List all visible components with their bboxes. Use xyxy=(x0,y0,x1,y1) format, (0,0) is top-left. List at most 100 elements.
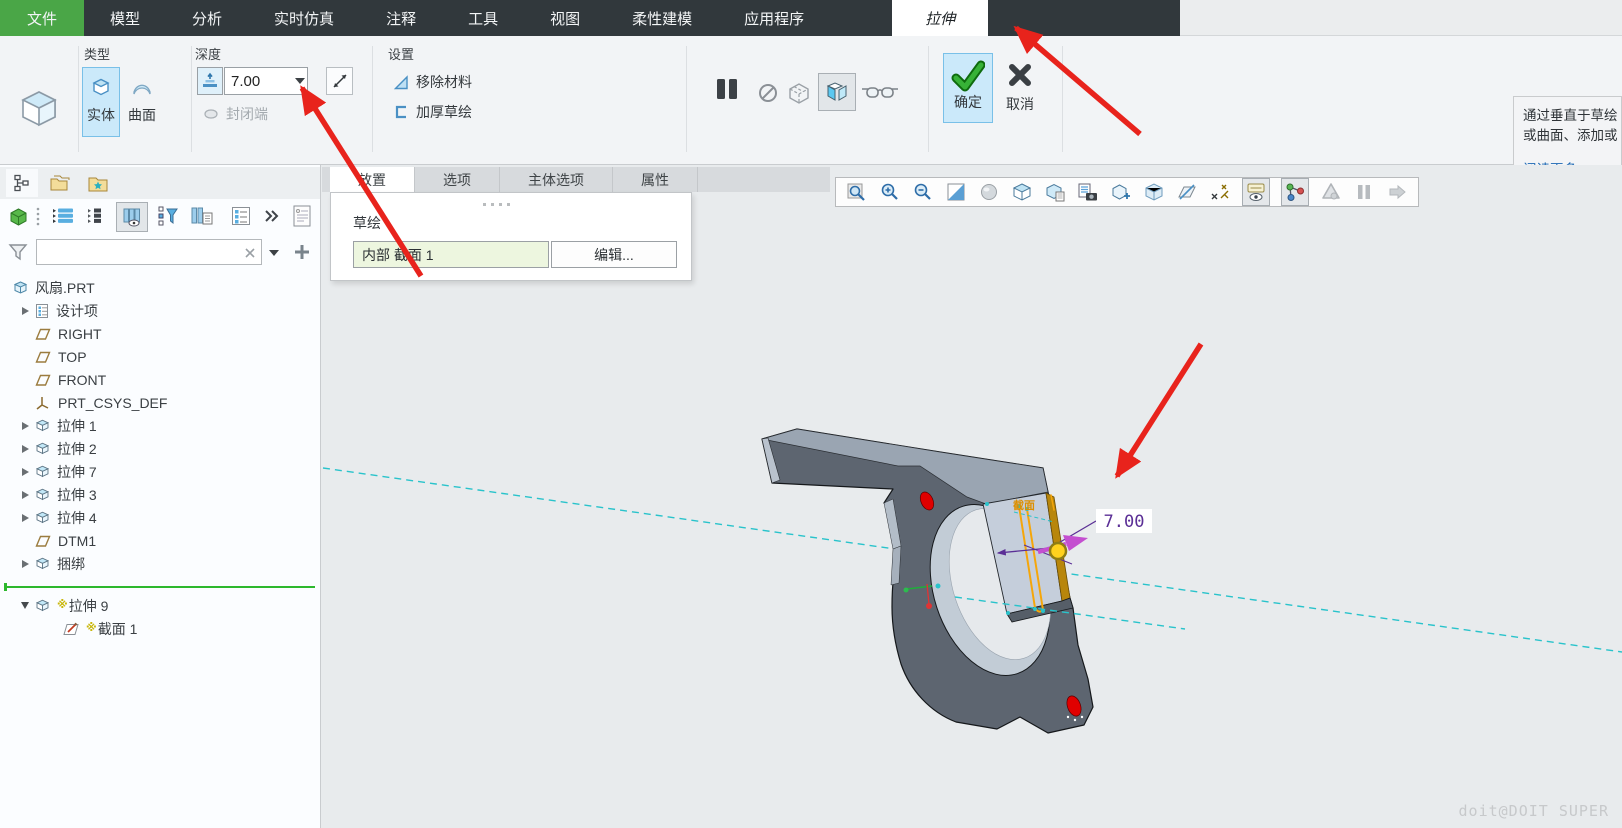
refit-button[interactable] xyxy=(945,181,967,203)
no-preview-button[interactable] xyxy=(757,82,779,104)
menu-live-simulation[interactable]: 实时仿真 xyxy=(248,0,360,36)
axis-display-button[interactable] xyxy=(1209,181,1231,203)
insertion-locator-line[interactable] xyxy=(4,583,315,591)
expand-arrow-icon[interactable] xyxy=(16,421,34,430)
solid-type-button[interactable]: 实体 xyxy=(82,67,120,137)
tree-list-button[interactable] xyxy=(50,204,76,228)
tree-row-right-plane[interactable]: RIGHT xyxy=(0,322,102,345)
annotation-display-button[interactable] xyxy=(1242,178,1270,206)
tab-extrude-active[interactable]: 拉伸 xyxy=(892,0,989,36)
extrude-feature-icon xyxy=(14,80,64,134)
tab-options[interactable]: 选项 xyxy=(415,167,500,192)
expand-arrow-icon[interactable] xyxy=(16,513,34,522)
depth-option-button[interactable] xyxy=(197,67,223,95)
surface-type-button[interactable]: 曲面 xyxy=(122,68,162,136)
tab-properties[interactable]: 属性 xyxy=(613,167,698,192)
shaded-preview-icon xyxy=(826,82,847,101)
menu-analysis[interactable]: 分析 xyxy=(166,0,248,36)
tree-row-bundle[interactable]: 捆绑 xyxy=(0,552,85,575)
zoom-out-button[interactable] xyxy=(912,181,934,203)
collapse-toolbar-button[interactable] xyxy=(1386,181,1408,203)
sketch-collector-field[interactable]: 内部 截面 1 xyxy=(353,241,549,268)
expand-arrow-icon[interactable] xyxy=(16,306,34,315)
menu-view[interactable]: 视图 xyxy=(524,0,606,36)
add-filter-button[interactable] xyxy=(290,240,314,264)
tree-row-csys[interactable]: PRT_CSYS_DEF xyxy=(0,391,167,414)
tree-row-design-items[interactable]: 设计项 xyxy=(0,299,98,322)
cancel-button[interactable]: 取消 xyxy=(996,60,1044,122)
tree-columns-button[interactable] xyxy=(116,202,148,232)
depth-dropdown-caret-icon[interactable] xyxy=(294,77,306,85)
menu-applications[interactable]: 应用程序 xyxy=(718,0,830,36)
sketch-edit-button[interactable]: 编辑... xyxy=(551,241,677,268)
pause-button[interactable] xyxy=(713,77,741,101)
tree-row-extrude-2[interactable]: 拉伸 2 xyxy=(0,437,97,460)
settings-group-label: 设置 xyxy=(388,47,415,62)
tree-row-dtm1[interactable]: DTM1 xyxy=(0,529,96,552)
tree-row-top-plane[interactable]: TOP xyxy=(0,345,87,368)
toolbar-drag-dots[interactable] xyxy=(34,204,42,228)
tree-row-front-plane[interactable]: FRONT xyxy=(0,368,106,391)
screenshot-button[interactable] xyxy=(1077,181,1099,203)
tree-row-extrude-1[interactable]: 拉伸 1 xyxy=(0,414,97,437)
ribbon-separator xyxy=(686,46,687,152)
menu-file[interactable]: 文件 xyxy=(0,0,85,36)
tree-row-extrude-7[interactable]: 拉伸 7 xyxy=(0,460,97,483)
section-view-button[interactable] xyxy=(1143,181,1165,203)
ok-button[interactable]: 确定 xyxy=(943,53,993,123)
pause-display-button[interactable] xyxy=(1353,181,1375,203)
glasses-icon xyxy=(862,87,898,98)
tree-row-extrude-4[interactable]: 拉伸 4 xyxy=(0,506,97,529)
saved-views-button[interactable] xyxy=(1011,181,1033,203)
spin-center-button[interactable] xyxy=(1281,178,1309,206)
menu-model[interactable]: 模型 xyxy=(84,0,166,36)
menu-bar: 文件 模型 分析 实时仿真 注释 工具 视图 柔性建模 应用程序 拉伸 xyxy=(0,0,1180,36)
model-tree-tab-button[interactable] xyxy=(6,169,38,197)
expand-arrow-icon[interactable] xyxy=(16,467,34,476)
zoom-in-button[interactable] xyxy=(879,181,901,203)
tree-search-input[interactable] xyxy=(36,239,262,265)
wireframe-preview-button[interactable] xyxy=(785,80,813,106)
flip-direction-button[interactable] xyxy=(326,67,353,95)
zoom-region-button[interactable] xyxy=(846,181,868,203)
tree-document-button[interactable] xyxy=(288,202,316,230)
no-preview-icon xyxy=(759,84,777,102)
thicken-sketch-option[interactable]: 加厚草绘 xyxy=(392,102,472,122)
folder-browser-button[interactable] xyxy=(46,170,74,196)
datum-plane-icon xyxy=(34,349,52,365)
tree-filters-button[interactable] xyxy=(154,204,182,228)
simulation-play-button[interactable] xyxy=(1320,181,1342,203)
expand-items-button[interactable] xyxy=(84,204,110,228)
tree-row-section-1[interactable]: ※ 截面 1 xyxy=(0,617,137,640)
menu-annotate[interactable]: 注释 xyxy=(360,0,442,36)
menu-flexible-modeling[interactable]: 柔性建模 xyxy=(606,0,718,36)
plane-display-button[interactable] xyxy=(1176,181,1198,203)
remove-material-icon xyxy=(393,75,408,90)
clear-search-icon[interactable] xyxy=(243,246,257,260)
menu-tools[interactable]: 工具 xyxy=(442,0,524,36)
panel-grip-handle[interactable] xyxy=(483,203,510,206)
tree-row-part-root[interactable]: 风扇.PRT xyxy=(0,276,95,299)
more-tools-chevron-icon[interactable] xyxy=(262,205,282,227)
tab-placement[interactable]: 放置 xyxy=(330,167,415,192)
tree-settings-button[interactable] xyxy=(226,202,256,230)
filter-funnel-icon[interactable] xyxy=(6,240,30,264)
collapse-arrow-icon[interactable] xyxy=(16,602,34,609)
capped-ends-icon xyxy=(204,109,218,119)
tree-column-settings-button[interactable] xyxy=(188,204,216,228)
part-display-button[interactable] xyxy=(6,204,30,228)
shaded-preview-button[interactable] xyxy=(818,73,856,111)
tree-row-extrude-3[interactable]: 拉伸 3 xyxy=(0,483,97,506)
favorites-folder-button[interactable] xyxy=(84,170,112,196)
expand-arrow-icon[interactable] xyxy=(16,444,34,453)
new-view-button[interactable] xyxy=(1110,181,1132,203)
repaint-button[interactable] xyxy=(978,181,1000,203)
search-options-caret-icon[interactable] xyxy=(267,248,281,258)
remove-material-option[interactable]: 移除材料 xyxy=(392,72,472,92)
expand-arrow-icon[interactable] xyxy=(16,490,34,499)
expand-arrow-icon[interactable] xyxy=(16,559,34,568)
tab-body-options[interactable]: 主体选项 xyxy=(500,167,613,192)
view-manager-button[interactable] xyxy=(1044,181,1066,203)
check-feature-button[interactable] xyxy=(860,82,900,104)
tree-row-extrude-9[interactable]: ※ 拉伸 9 xyxy=(0,594,108,617)
